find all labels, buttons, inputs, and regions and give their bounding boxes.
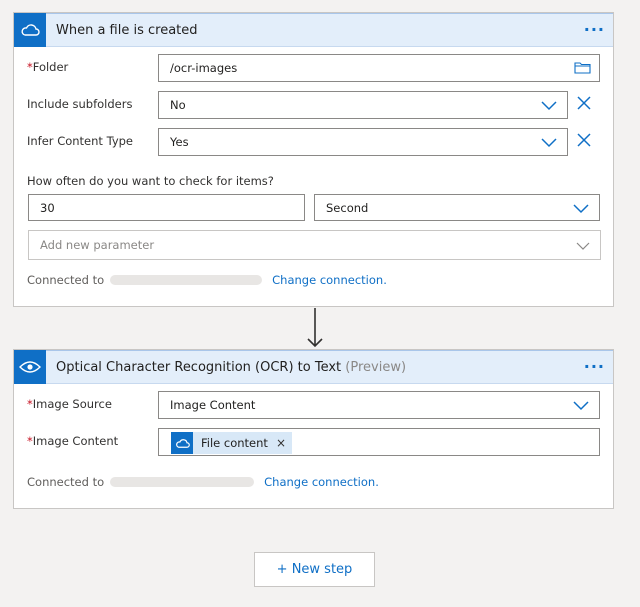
- frequency-select[interactable]: Second: [314, 194, 600, 221]
- image-content-input[interactable]: File content ×: [158, 428, 600, 456]
- image-content-label: *Image Content: [27, 434, 119, 448]
- image-source-row: *Image Source Image Content: [14, 391, 613, 419]
- more-options-icon[interactable]: ···: [584, 359, 605, 375]
- more-options-icon[interactable]: ···: [584, 22, 605, 38]
- remove-token-close-icon[interactable]: ×: [276, 436, 286, 450]
- image-source-select[interactable]: Image Content: [158, 391, 600, 419]
- file-content-token[interactable]: File content ×: [171, 432, 292, 454]
- chevron-down-icon: [573, 400, 589, 414]
- image-content-row: *Image Content File content ×: [14, 428, 613, 456]
- trigger-title: When a file is created: [56, 22, 198, 38]
- infer-content-type-label: Infer Content Type: [27, 134, 133, 148]
- image-source-label: *Image Source: [27, 397, 112, 411]
- folder-row: *Folder /ocr-images: [14, 54, 613, 82]
- include-subfolders-select[interactable]: No: [158, 91, 568, 119]
- chevron-down-icon: [541, 100, 557, 114]
- onedrive-cloud-icon: [171, 432, 193, 454]
- remove-include-subfolders-close-icon[interactable]: [577, 96, 593, 112]
- ocr-connection-row: Connected to Change connection.: [27, 475, 379, 489]
- include-subfolders-label: Include subfolders: [27, 97, 133, 111]
- add-new-parameter-select[interactable]: Add new parameter: [28, 230, 601, 260]
- image-source-value: Image Content: [170, 398, 256, 412]
- frequency-value: Second: [326, 200, 369, 215]
- change-connection-link[interactable]: Change connection.: [264, 475, 379, 489]
- interval-value: 30: [40, 200, 55, 215]
- trigger-header[interactable]: When a file is created ···: [14, 12, 613, 47]
- connected-to-label: Connected to: [27, 273, 105, 287]
- include-subfolders-value: No: [170, 98, 186, 112]
- chevron-down-icon: [576, 240, 590, 254]
- ocr-action-title: Optical Character Recognition (OCR) to T…: [56, 359, 407, 375]
- folder-label: *Folder: [27, 60, 69, 74]
- remove-infer-content-type-close-icon[interactable]: [577, 133, 593, 149]
- chevron-down-icon: [541, 137, 557, 151]
- eye-icon: [14, 349, 46, 384]
- trigger-connection-row: Connected to Change connection.: [27, 273, 387, 287]
- interval-input[interactable]: 30: [28, 194, 305, 221]
- arrow-down-icon: [307, 308, 323, 348]
- redacted-account: [110, 275, 263, 285]
- infer-content-type-select[interactable]: Yes: [158, 128, 568, 156]
- folder-input[interactable]: /ocr-images: [158, 54, 600, 82]
- infer-content-type-value: Yes: [170, 135, 189, 149]
- folder-value: /ocr-images: [170, 61, 238, 75]
- ocr-action-header[interactable]: Optical Character Recognition (OCR) to T…: [14, 349, 613, 384]
- folder-icon[interactable]: [574, 61, 591, 77]
- infer-content-type-row: Infer Content Type Yes: [14, 128, 613, 156]
- change-connection-link[interactable]: Change connection.: [272, 273, 387, 287]
- file-content-token-label: File content: [201, 436, 268, 450]
- trigger-card: When a file is created ··· *Folder /ocr-…: [13, 12, 614, 307]
- chevron-down-icon: [573, 203, 589, 217]
- redacted-account: [110, 477, 255, 487]
- add-parameter-placeholder: Add new parameter: [40, 238, 155, 252]
- ocr-action-card: Optical Character Recognition (OCR) to T…: [13, 349, 614, 509]
- include-subfolders-row: Include subfolders No: [14, 91, 613, 119]
- onedrive-cloud-icon: [14, 12, 46, 47]
- connected-to-label: Connected to: [27, 475, 105, 489]
- frequency-question: How often do you want to check for items…: [27, 174, 274, 188]
- new-step-button[interactable]: + New step: [254, 552, 375, 587]
